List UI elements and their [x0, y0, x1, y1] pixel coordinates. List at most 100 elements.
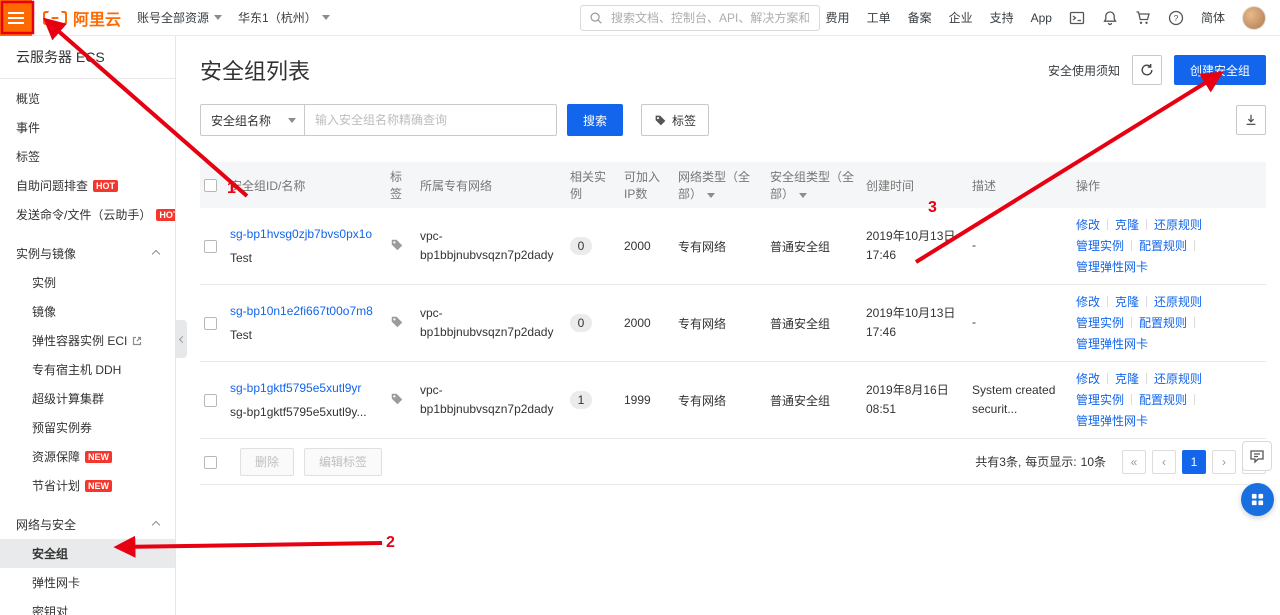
- refresh-button[interactable]: [1131, 55, 1162, 85]
- global-search-input[interactable]: [609, 10, 811, 26]
- download-button[interactable]: [1236, 105, 1266, 135]
- row-checkbox[interactable]: [204, 394, 217, 408]
- action-clone[interactable]: 克隆: [1115, 372, 1139, 386]
- cart-icon[interactable]: [1135, 10, 1151, 26]
- action-clone[interactable]: 克隆: [1115, 295, 1139, 309]
- sg-name: Test: [230, 251, 253, 265]
- sg-id-link[interactable]: sg-bp1hvsg0zjb7bvs0px1o: [230, 227, 372, 241]
- action-manage-instances[interactable]: 管理实例: [1076, 316, 1124, 330]
- action-manage-eni[interactable]: 管理弹性网卡: [1076, 337, 1148, 351]
- topbar-menu-item[interactable]: 企业: [949, 9, 973, 26]
- help-icon[interactable]: ?: [1168, 10, 1184, 26]
- row-checkbox[interactable]: [204, 317, 217, 331]
- instance-count-badge[interactable]: 0: [570, 237, 592, 255]
- tag-filter-button[interactable]: 标签: [641, 104, 710, 136]
- feedback-chat-button[interactable]: [1242, 441, 1272, 471]
- security-group-name-input[interactable]: [305, 104, 558, 136]
- sidebar-collapse-handle[interactable]: [176, 320, 187, 358]
- action-edit[interactable]: 修改: [1076, 295, 1100, 309]
- instance-count-badge[interactable]: 1: [570, 391, 592, 409]
- topbar-menu-item[interactable]: App: [1031, 11, 1052, 25]
- sidebar-item[interactable]: 实例与镜像: [0, 239, 175, 268]
- sidebar-item[interactable]: 弹性容器实例 ECI: [0, 326, 175, 355]
- divider: [1194, 239, 1196, 251]
- action-config-rules[interactable]: 配置规则: [1139, 316, 1187, 330]
- action-manage-eni[interactable]: 管理弹性网卡: [1076, 414, 1148, 428]
- tag-icon[interactable]: [390, 315, 404, 329]
- sidebar-item[interactable]: 安全组: [0, 539, 175, 568]
- language-selector[interactable]: 简体: [1201, 9, 1225, 26]
- tag-icon[interactable]: [390, 392, 404, 406]
- search-button[interactable]: 搜索: [567, 104, 624, 136]
- sidebar-item[interactable]: 镜像: [0, 297, 175, 326]
- sidebar-item[interactable]: 节省计划 NEW: [0, 471, 175, 500]
- sidebar-item[interactable]: 超级计算集群: [0, 384, 175, 413]
- chevron-left-icon: [178, 335, 187, 343]
- column-header-network-type[interactable]: 网络类型（全部）: [678, 162, 770, 208]
- sidebar-item[interactable]: 概览: [0, 84, 175, 113]
- region-selector[interactable]: 华东1（杭州）: [238, 9, 330, 26]
- sidebar-item[interactable]: 实例: [0, 268, 175, 297]
- page-size-select[interactable]: 10条: [1081, 453, 1106, 470]
- aliyun-logo[interactable]: 阿里云: [42, 6, 121, 30]
- sidebar-item[interactable]: 密钥对: [0, 597, 175, 615]
- action-config-rules[interactable]: 配置规则: [1139, 393, 1187, 407]
- sidebar-item[interactable]: 弹性网卡: [0, 568, 175, 597]
- sidebar-item[interactable]: 预留实例券: [0, 413, 175, 442]
- sidebar-item[interactable]: 发送命令/文件（云助手） HOT: [0, 200, 175, 229]
- column-header-sg-type[interactable]: 安全组类型（全部）: [770, 162, 866, 208]
- footer-select-all-checkbox[interactable]: [204, 455, 217, 469]
- action-manage-instances[interactable]: 管理实例: [1076, 239, 1124, 253]
- topbar-menu-item[interactable]: 备案: [908, 9, 932, 26]
- console-icon[interactable]: [1069, 10, 1085, 26]
- widget-panel-button[interactable]: [1241, 483, 1274, 516]
- sidebar-nav: 概览 事件 标签 自助问题排查 HOT 发送命令/文件（云助手） HO 实例与镜…: [0, 79, 175, 615]
- pagination-prev-button[interactable]: ‹: [1152, 449, 1176, 474]
- tag-icon[interactable]: [390, 238, 404, 252]
- filter-caret-icon[interactable]: [707, 193, 716, 198]
- hamburger-menu-icon[interactable]: [0, 0, 32, 36]
- action-restore-rules[interactable]: 还原规则: [1154, 372, 1202, 386]
- global-search-box[interactable]: [580, 5, 820, 31]
- sidebar-item[interactable]: 网络与安全: [0, 510, 175, 539]
- avatar[interactable]: [1242, 5, 1266, 30]
- actions-cell: 修改 克隆 还原规则 管理实例 配置规则 管理弹性网卡: [1076, 286, 1266, 361]
- action-restore-rules[interactable]: 还原规则: [1154, 218, 1202, 232]
- sg-id-link[interactable]: sg-bp10n1e2fi667t00o7m8: [230, 304, 373, 318]
- sidebar-item[interactable]: 专有宿主机 DDH: [0, 355, 175, 384]
- pagination-next-button[interactable]: ›: [1212, 449, 1236, 474]
- chevron-up-icon[interactable]: [151, 520, 161, 529]
- sidebar-item[interactable]: 资源保障 NEW: [0, 442, 175, 471]
- action-edit[interactable]: 修改: [1076, 372, 1100, 386]
- delete-button[interactable]: 删除: [240, 447, 295, 476]
- create-security-group-button[interactable]: 创建安全组: [1173, 55, 1266, 85]
- pagination-page-1[interactable]: 1: [1182, 449, 1206, 474]
- filter-field-select[interactable]: 安全组名称: [200, 104, 306, 136]
- chevron-up-icon[interactable]: [151, 249, 161, 258]
- sidebar-item[interactable]: 事件: [0, 113, 175, 142]
- topbar-menu-item[interactable]: 支持: [990, 9, 1014, 26]
- account-resource-selector[interactable]: 账号全部资源: [137, 9, 223, 26]
- bell-icon[interactable]: [1102, 10, 1118, 26]
- action-manage-instances[interactable]: 管理实例: [1076, 393, 1124, 407]
- sg-id-link[interactable]: sg-bp1gktf5795e5xutl9yr: [230, 381, 361, 395]
- edit-tag-button[interactable]: 编辑标签: [304, 447, 383, 476]
- action-edit[interactable]: 修改: [1076, 218, 1100, 232]
- select-all-checkbox[interactable]: [204, 179, 217, 193]
- sidebar-item-label: 实例: [32, 276, 57, 290]
- aliyun-logo-icon: [43, 10, 67, 25]
- topbar-menu-item[interactable]: 工单: [867, 9, 891, 26]
- safety-notice-link[interactable]: 安全使用须知: [1048, 62, 1120, 79]
- action-restore-rules[interactable]: 还原规则: [1154, 295, 1202, 309]
- row-checkbox[interactable]: [204, 240, 217, 254]
- filter-caret-icon[interactable]: [799, 193, 808, 198]
- sidebar-item[interactable]: 自助问题排查 HOT: [0, 171, 175, 200]
- sidebar-item[interactable]: 标签: [0, 142, 175, 171]
- action-config-rules[interactable]: 配置规则: [1139, 239, 1187, 253]
- pagination-first-button[interactable]: «: [1122, 449, 1146, 474]
- vpc-id: vpc-bp1bbjnubvsqzn7p2dady: [420, 228, 554, 262]
- instance-count-badge[interactable]: 0: [570, 314, 592, 332]
- action-manage-eni[interactable]: 管理弹性网卡: [1076, 260, 1148, 274]
- action-clone[interactable]: 克隆: [1115, 218, 1139, 232]
- topbar-menu-item[interactable]: 费用: [826, 9, 850, 26]
